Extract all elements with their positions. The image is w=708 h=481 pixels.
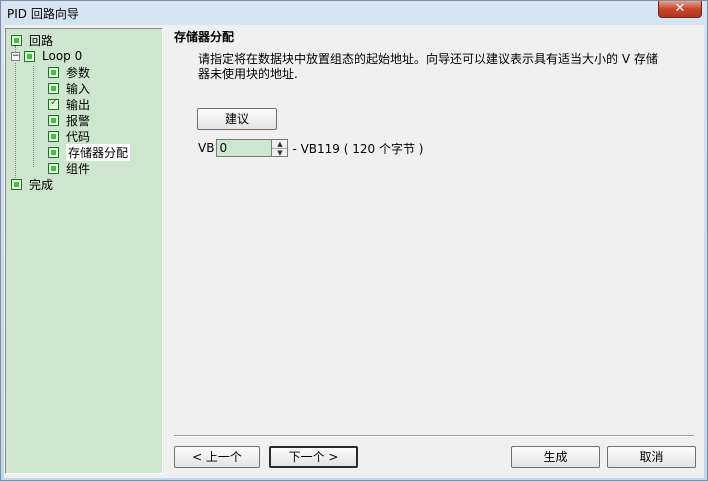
panel-description: 请指定将在数据块中放置组态的起始地址。向导还可以建议表示具有适当大小的 V 存储…	[198, 52, 658, 81]
spin-up-button[interactable]: ▲	[272, 140, 287, 148]
tree-item-alarm[interactable]: 报警	[48, 112, 90, 128]
checkbox-icon	[24, 50, 35, 62]
panel-title: 存储器分配	[174, 30, 235, 44]
checkbox-checked-icon: ✓	[48, 96, 59, 110]
title-bar[interactable]: PID 回路向导 ✕	[1, 1, 707, 25]
tree-item-root[interactable]: 回路	[11, 32, 53, 48]
wizard-tree[interactable]: 回路 − Loop 0 参数 输入 ✓ 输出 报警 代码 存储器分配 组件 完成	[5, 28, 163, 474]
wizard-client-area: 回路 − Loop 0 参数 输入 ✓ 输出 报警 代码 存储器分配 组件 完成…	[4, 25, 704, 478]
tree-line	[33, 66, 34, 167]
tree-item-finish[interactable]: 完成	[11, 176, 53, 192]
vb-address-input[interactable]: 0	[216, 139, 273, 157]
next-button[interactable]: 下一个 >	[269, 446, 358, 468]
tree-item-label: 回路	[29, 33, 54, 48]
prev-button[interactable]: < 上一个	[174, 446, 260, 468]
tree-item-label: 参数	[66, 65, 91, 80]
tree-item-memory[interactable]: 存储器分配	[48, 143, 131, 161]
tree-item-label: Loop 0	[42, 49, 83, 63]
tree-item-label: 输入	[66, 81, 91, 96]
pid-wizard-window: PID 回路向导 ✕ 回路 − Loop 0 参数 输入 ✓ 输出 报警 代码 …	[0, 0, 708, 481]
close-icon: ✕	[674, 1, 686, 16]
checkbox-icon	[48, 162, 59, 174]
tree-item-label: 报警	[66, 113, 91, 128]
checkbox-icon	[48, 66, 59, 78]
vb-label: VB	[198, 141, 215, 155]
tree-item-label: 组件	[66, 161, 91, 176]
checkbox-icon	[11, 34, 22, 46]
tree-item-label: 完成	[29, 177, 54, 192]
vb-range-text: - VB119 ( 120 个字节 )	[292, 141, 424, 156]
spin-arrows-icon[interactable]: ▲ ▼	[272, 139, 289, 157]
checkbox-icon	[48, 146, 59, 158]
suggest-button[interactable]: 建议	[197, 108, 277, 130]
tree-item-label: 存储器分配	[66, 143, 131, 161]
window-title: PID 回路向导	[7, 7, 79, 21]
checkbox-icon	[48, 130, 59, 142]
close-button[interactable]: ✕	[658, 1, 702, 18]
checkbox-icon	[11, 178, 22, 190]
checkbox-icon	[48, 82, 59, 94]
checkbox-icon	[48, 114, 59, 126]
tree-item-code[interactable]: 代码	[48, 128, 90, 144]
vb-address-row: VB 0 ▲ ▼ - VB119 ( 120 个字节 )	[198, 138, 423, 158]
tree-item-components[interactable]: 组件	[48, 160, 90, 176]
spin-down-button[interactable]: ▼	[272, 148, 288, 157]
footer-separator	[174, 435, 694, 437]
tree-line	[15, 63, 16, 182]
tree-item-params[interactable]: 参数	[48, 64, 90, 80]
tree-item-label: 输出	[66, 97, 91, 112]
cancel-button[interactable]: 取消	[607, 446, 696, 468]
tree-item-loop0[interactable]: − Loop 0	[11, 48, 82, 64]
generate-button[interactable]: 生成	[511, 446, 600, 468]
tree-item-output[interactable]: ✓ 输出	[48, 96, 90, 112]
collapse-icon[interactable]: −	[11, 51, 20, 61]
tree-item-label: 代码	[66, 129, 91, 144]
tree-item-input[interactable]: 输入	[48, 80, 90, 96]
